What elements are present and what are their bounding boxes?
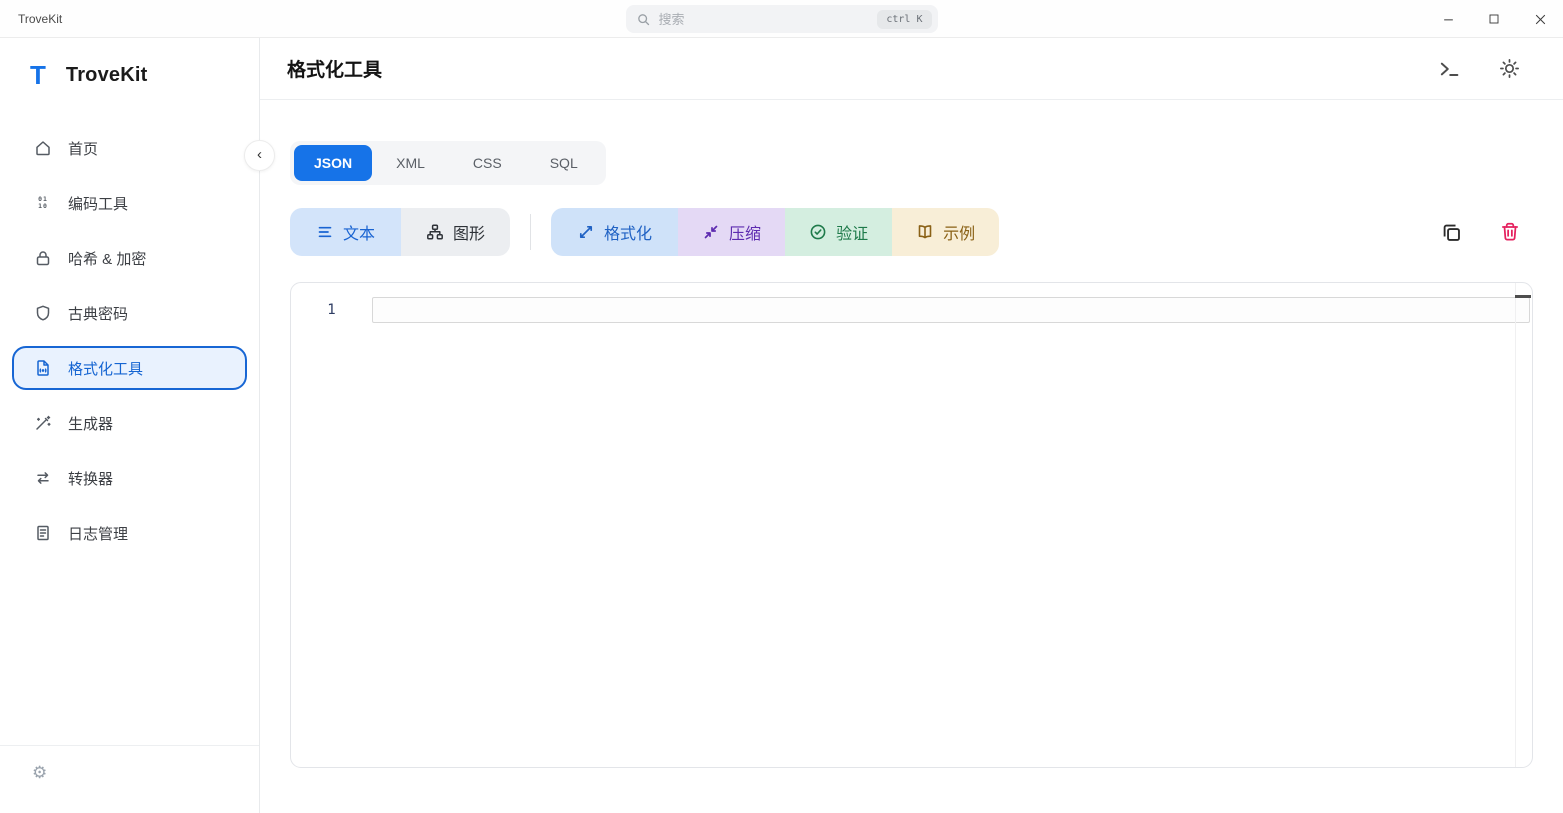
view-graph-button[interactable]: 图形 [401,208,510,256]
sidebar: T TroveKit 首页 01 10 编码工具 哈希 & 加密 [0,38,260,813]
toolbar-divider [530,214,531,250]
search-input[interactable] [659,12,878,27]
file-braces-icon [34,359,52,377]
sidebar-nav: 首页 01 10 编码工具 哈希 & 加密 古典密码 [0,126,259,745]
editor-line-number: 1 [291,297,372,323]
view-text-button[interactable]: 文本 [290,208,401,256]
format-tools-content: JSON XML CSS SQL 文本 [260,100,1563,813]
graph-nodes-icon [426,223,444,241]
home-icon [34,139,52,157]
window-controls [1425,0,1563,38]
sidebar-item-classic-ciphers[interactable]: 古典密码 [12,291,247,335]
sidebar-item-format-tools[interactable]: 格式化工具 [12,346,247,390]
sidebar-item-encoding-tools[interactable]: 01 10 编码工具 [12,181,247,225]
compress-label: 压缩 [729,220,761,244]
sidebar-item-label: 首页 [68,138,98,159]
terminal-button[interactable] [1437,58,1461,80]
maximize-icon [1488,13,1500,25]
check-circle-icon [809,223,827,241]
logo-mark: T [30,62,46,88]
global-search[interactable]: ctrl K [626,5,938,33]
brand-name: TroveKit [66,64,148,87]
sidebar-item-label: 格式化工具 [68,358,143,379]
copy-button[interactable] [1440,221,1463,244]
book-icon [916,223,934,241]
view-graph-label: 图形 [453,220,485,244]
gear-icon: ⚙ [32,763,47,782]
lock-icon [34,249,52,267]
action-buttons: 格式化 压缩 验证 [551,208,999,256]
main-panel: 格式化工具 JSON XML CSS SQL [260,38,1563,813]
validate-button[interactable]: 验证 [785,208,892,256]
editor-toolbar: 文本 图形 格式化 [290,208,1533,256]
view-mode-switch: 文本 图形 [290,208,510,256]
compress-button[interactable]: 压缩 [678,208,785,256]
copy-icon [1440,221,1463,244]
page-title: 格式化工具 [287,55,382,82]
code-editor[interactable]: 1 [290,282,1533,768]
compress-icon [702,223,720,241]
search-icon [636,12,651,27]
close-icon [1534,13,1547,26]
format-button[interactable]: 格式化 [551,208,678,256]
theme-toggle-button[interactable] [1498,57,1521,80]
titlebar: TroveKit ctrl K [0,0,1563,38]
sidebar-item-converters[interactable]: 转换器 [12,456,247,500]
titlebar-app-name: TroveKit [18,12,62,26]
example-button[interactable]: 示例 [892,208,999,256]
sidebar-item-hash-encryption[interactable]: 哈希 & 加密 [12,236,247,280]
terminal-icon [1437,58,1461,80]
sidebar-item-label: 转换器 [68,468,113,489]
sidebar-item-log-management[interactable]: 日志管理 [12,511,247,555]
wand-icon [34,414,52,432]
editor-gutter: 1 [291,283,372,767]
trash-icon [1499,221,1521,243]
validate-label: 验证 [836,220,868,244]
swap-arrows-icon [34,469,52,487]
sidebar-item-label: 古典密码 [68,303,128,324]
view-text-label: 文本 [343,220,375,244]
chevron-left-icon: ‹ [257,146,262,163]
minimize-button[interactable] [1425,0,1471,38]
editor-overview-cursor-mark [1515,295,1531,298]
sidebar-item-label: 哈希 & 加密 [68,248,146,269]
shield-icon [34,304,52,322]
main-header: 格式化工具 [260,38,1563,100]
sun-icon [1498,57,1521,80]
tab-json[interactable]: JSON [294,145,372,181]
minimize-icon [1442,13,1455,26]
editor-active-line[interactable] [372,297,1530,323]
example-label: 示例 [943,220,975,244]
tab-xml[interactable]: XML [372,145,449,181]
tab-css[interactable]: CSS [449,145,526,181]
sidebar-item-home[interactable]: 首页 [12,126,247,170]
sidebar-item-label: 编码工具 [68,193,128,214]
sidebar-item-label: 日志管理 [68,523,128,544]
log-file-icon [34,524,52,542]
settings-button[interactable]: ⚙ [32,764,47,781]
sidebar-item-label: 生成器 [68,413,113,434]
search-shortcut-badge: ctrl K [877,10,931,29]
language-tabs: JSON XML CSS SQL [290,141,606,185]
delete-button[interactable] [1499,221,1521,243]
sidebar-item-generators[interactable]: 生成器 [12,401,247,445]
tab-sql[interactable]: SQL [526,145,602,181]
lines-icon [316,223,334,241]
format-label: 格式化 [604,220,652,244]
sidebar-collapse-button[interactable]: ‹ [244,140,275,171]
logo: T TroveKit [0,38,259,88]
binary-icon: 01 10 [34,194,52,212]
editor-scrollbar[interactable] [1515,283,1516,767]
maximize-button[interactable] [1471,0,1517,38]
expand-icon [577,223,595,241]
sidebar-footer: ⚙ [0,745,259,813]
close-button[interactable] [1517,0,1563,38]
